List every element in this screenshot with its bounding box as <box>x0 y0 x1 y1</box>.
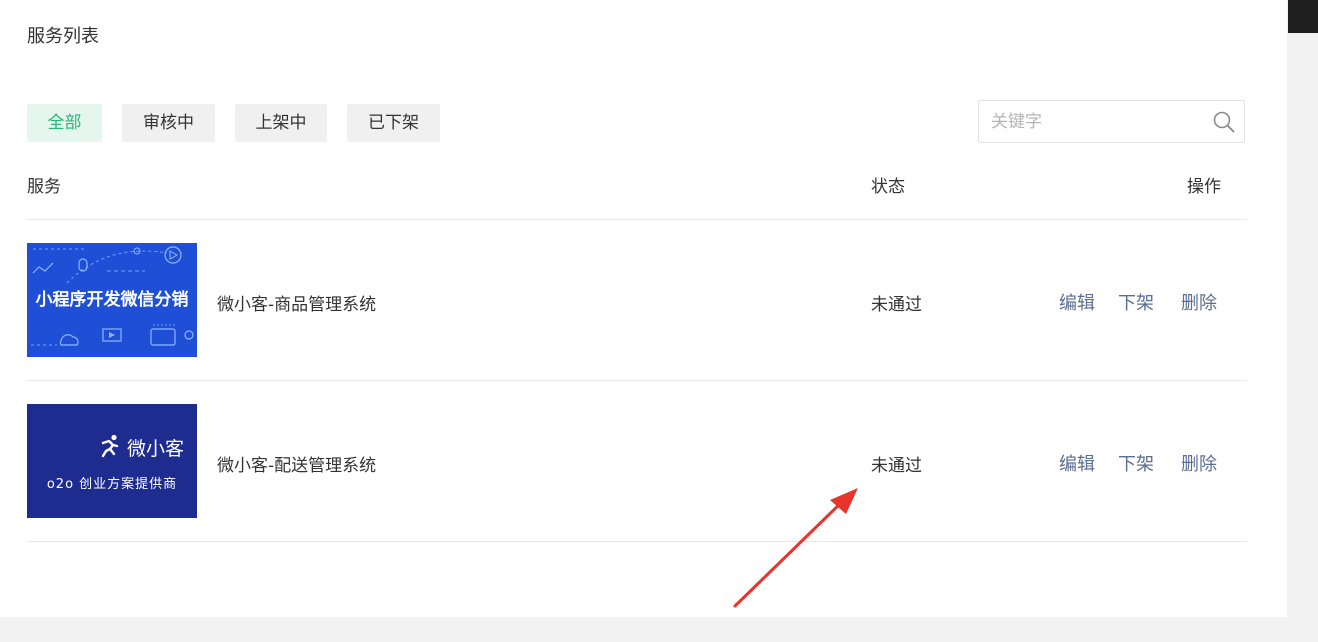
table-divider <box>27 380 1247 381</box>
filter-tab-reviewing[interactable]: 审核中 <box>122 104 215 142</box>
table-divider <box>27 541 1247 542</box>
filter-tab-listed[interactable]: 上架中 <box>235 104 327 142</box>
service-thumbnail[interactable]: 微小客 o2o 创业方案提供商 <box>27 404 197 518</box>
filter-tab-all[interactable]: 全部 <box>27 104 102 142</box>
thumbnail-caption: 小程序开发微信分销 <box>35 290 189 310</box>
service-thumbnail[interactable]: 小程序开发微信分销 <box>27 243 197 357</box>
service-name[interactable]: 微小客-商品管理系统 <box>217 290 376 315</box>
runner-logo-icon <box>101 434 119 458</box>
unlist-link[interactable]: 下架 <box>1118 450 1154 476</box>
service-name[interactable]: 微小客-配送管理系统 <box>217 451 376 476</box>
unlist-link[interactable]: 下架 <box>1118 289 1154 315</box>
column-header-service: 服务 <box>27 177 61 197</box>
status-text: 未通过 <box>871 456 922 476</box>
edit-link[interactable]: 编辑 <box>1059 289 1095 315</box>
thumbnail-caption: o2o 创业方案提供商 <box>46 477 178 492</box>
status-text: 未通过 <box>871 295 922 315</box>
thumbnail-brand: 微小客 <box>127 438 185 460</box>
delete-link[interactable]: 删除 <box>1181 450 1217 476</box>
table-divider <box>27 219 1247 220</box>
search-box <box>978 100 1245 143</box>
search-icon[interactable] <box>1213 111 1235 133</box>
service-list-panel: 服务列表 全部 审核中 上架中 已下架 服务 状态 操作 <box>0 0 1287 617</box>
filter-tab-unlisted[interactable]: 已下架 <box>347 104 440 142</box>
column-header-status: 状态 <box>871 177 905 197</box>
column-header-actions: 操作 <box>1187 177 1221 197</box>
edit-link[interactable]: 编辑 <box>1059 450 1095 476</box>
page-title: 服务列表 <box>27 26 99 47</box>
window-corner-block <box>1288 0 1318 33</box>
delete-link[interactable]: 删除 <box>1181 289 1217 315</box>
search-input[interactable] <box>991 101 1206 142</box>
